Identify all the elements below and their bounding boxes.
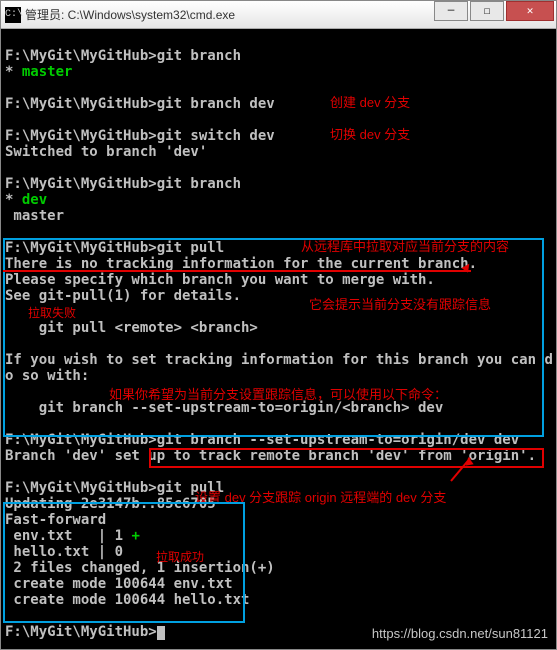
- create1: create mode 100644 env.txt: [5, 576, 552, 592]
- anno-create-dev: 创建 dev 分支: [330, 95, 410, 111]
- specify: Please specify which branch you want to …: [5, 272, 552, 288]
- diff-plus: +: [131, 528, 139, 544]
- if-wish: If you wish to set tracking information …: [5, 352, 552, 368]
- create2: create mode 100644 hello.txt: [5, 592, 552, 608]
- window-buttons: — ☐ ✕: [434, 1, 556, 28]
- watermark: https://blog.csdn.net/sun81121: [372, 626, 548, 641]
- switched-msg: Switched to branch 'dev': [5, 144, 552, 160]
- terminal-output[interactable]: F:\MyGit\MyGitHub>git branch * master F:…: [1, 29, 556, 649]
- empty-line: [5, 224, 552, 240]
- cmd-git-branch: git branch: [157, 176, 241, 192]
- cursor-icon: [157, 626, 165, 640]
- cmd-icon: C:\: [5, 7, 21, 23]
- prompt: F:\MyGit\MyGitHub>: [5, 128, 157, 144]
- underline-no-tracking: [3, 270, 471, 272]
- cmd-set-upstream: git branch --set-upstream-to=origin/dev …: [157, 432, 519, 448]
- diff-file1: env.txt | 1: [5, 528, 131, 544]
- anno-pull-fail: 拉取失败: [25, 304, 79, 322]
- empty-line: [5, 112, 552, 128]
- branch-master-plain: master: [5, 208, 552, 224]
- empty-line: [5, 608, 552, 624]
- empty-line: [5, 416, 552, 432]
- branch-dev: dev: [22, 192, 47, 208]
- cmd-git-branch: git branch: [157, 48, 241, 64]
- prompt: F:\MyGit\MyGitHub>: [5, 624, 157, 640]
- changed: 2 files changed, 1 insertion(+): [5, 560, 552, 576]
- anno-set-track-tip: 如果你希望为当前分支设置跟踪信息，可以使用以下命令：: [109, 387, 447, 403]
- prompt: F:\MyGit\MyGitHub>: [5, 480, 157, 496]
- window-title: 管理员: C:\Windows\system32\cmd.exe: [25, 6, 434, 23]
- empty-line: [5, 336, 552, 352]
- anno-pull-success: 拉取成功: [153, 548, 207, 566]
- prompt: F:\MyGit\MyGitHub>: [5, 240, 157, 256]
- prompt: F:\MyGit\MyGitHub>: [5, 432, 157, 448]
- prompt: F:\MyGit\MyGitHub>: [5, 96, 157, 112]
- cmd-git-switch-dev: git switch dev: [157, 128, 275, 144]
- cmd-git-branch-dev: git branch dev: [157, 96, 275, 112]
- empty-line: [5, 32, 552, 48]
- fast-forward: Fast-forward: [5, 512, 552, 528]
- minimize-button[interactable]: —: [434, 1, 468, 21]
- close-button[interactable]: ✕: [506, 1, 554, 21]
- empty-line: [5, 80, 552, 96]
- anno-set-dev-track: 设置 dev 分支跟踪 origin 远程端的 dev 分支: [195, 490, 446, 506]
- branch-master: master: [22, 64, 73, 80]
- maximize-button[interactable]: ☐: [470, 1, 504, 21]
- anno-no-track-tip: 它会提示当前分支没有跟踪信息: [309, 297, 491, 313]
- o-so: o so with:: [5, 368, 552, 384]
- empty-line: [5, 160, 552, 176]
- diff-file2: hello.txt | 0: [5, 544, 552, 560]
- branch-star: *: [5, 64, 22, 80]
- cmd-git-pull: git pull: [157, 240, 224, 256]
- prompt: F:\MyGit\MyGitHub>: [5, 48, 157, 64]
- cmd-window: C:\ 管理员: C:\Windows\system32\cmd.exe — ☐…: [0, 0, 557, 650]
- arrow-icon: [464, 456, 473, 465]
- branch-star: *: [5, 192, 22, 208]
- anno-pull-remote: 从远程库中拉取对应当前分支的内容: [301, 239, 509, 255]
- anno-switch-dev: 切换 dev 分支: [330, 127, 410, 143]
- pull-usage: git pull <remote> <branch>: [5, 320, 552, 336]
- prompt: F:\MyGit\MyGitHub>: [5, 176, 157, 192]
- titlebar: C:\ 管理员: C:\Windows\system32\cmd.exe — ☐…: [1, 1, 556, 29]
- empty-line: [5, 464, 552, 480]
